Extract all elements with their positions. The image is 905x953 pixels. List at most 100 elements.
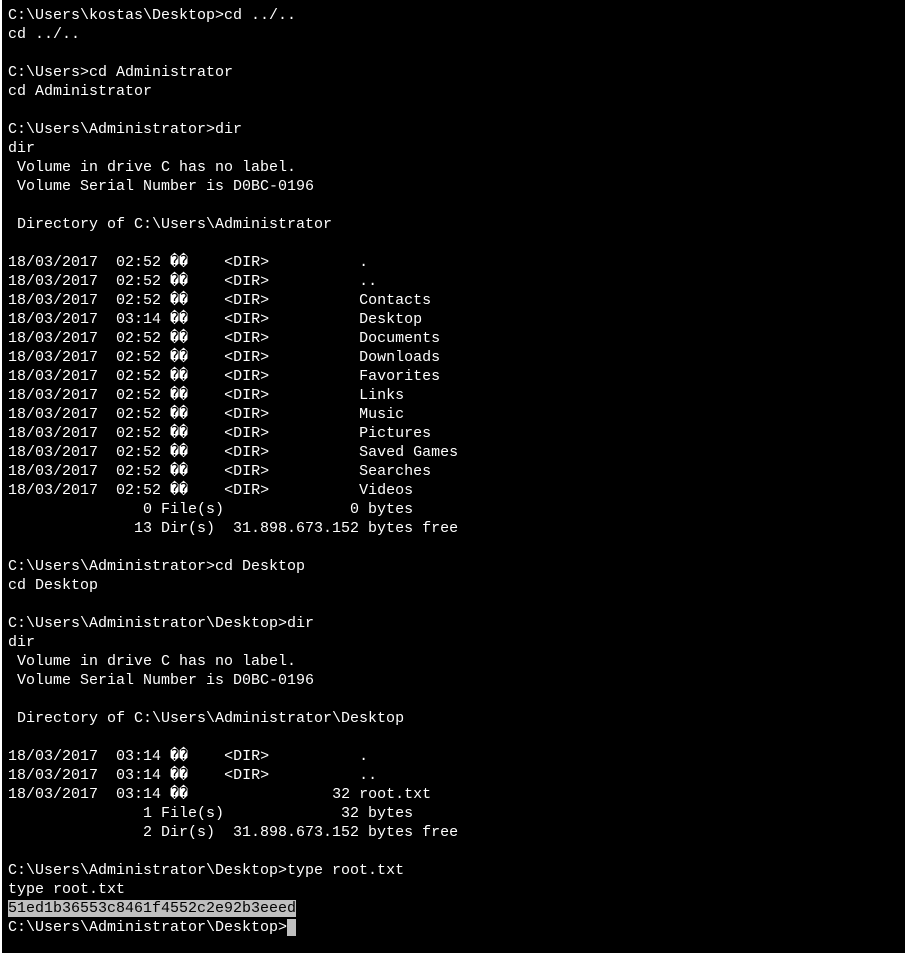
output-text: 18/03/2017 02:52 �� <DIR> . bbox=[8, 254, 368, 271]
prompt: C:\Users\Administrator\Desktop> bbox=[8, 919, 287, 936]
command-input: dir bbox=[287, 615, 314, 632]
prompt: C:\Users\Administrator> bbox=[8, 121, 215, 138]
terminal-line: C:\Users\Administrator\Desktop> bbox=[8, 918, 905, 937]
output-text: 1 File(s) 32 bytes bbox=[8, 805, 413, 822]
output-text: 13 Dir(s) 31.898.673.152 bytes free bbox=[8, 520, 458, 537]
output-text bbox=[8, 197, 17, 214]
output-text: 18/03/2017 03:14 �� <DIR> Desktop bbox=[8, 311, 422, 328]
output-text bbox=[8, 539, 17, 556]
output-text: 18/03/2017 02:52 �� <DIR> Videos bbox=[8, 482, 413, 499]
output-text: 18/03/2017 02:52 �� <DIR> Favorites bbox=[8, 368, 440, 385]
output-text: Volume Serial Number is D0BC-0196 bbox=[8, 672, 314, 689]
terminal-line: 0 File(s) 0 bytes bbox=[8, 500, 905, 519]
output-text bbox=[8, 596, 17, 613]
terminal-line: 18/03/2017 02:52 �� <DIR> Pictures bbox=[8, 424, 905, 443]
terminal-line bbox=[8, 196, 905, 215]
output-text bbox=[8, 691, 17, 708]
terminal-line: 18/03/2017 02:52 �� <DIR> Contacts bbox=[8, 291, 905, 310]
cursor bbox=[287, 919, 296, 936]
terminal-line: 18/03/2017 03:14 �� <DIR> Desktop bbox=[8, 310, 905, 329]
output-text: cd Desktop bbox=[8, 577, 98, 594]
terminal-line: Volume in drive C has no label. bbox=[8, 652, 905, 671]
terminal-line: 18/03/2017 03:14 �� 32 root.txt bbox=[8, 785, 905, 804]
prompt: C:\Users> bbox=[8, 64, 89, 81]
output-text: dir bbox=[8, 140, 35, 157]
prompt: C:\Users\kostas\Desktop> bbox=[8, 7, 224, 24]
output-text: 0 File(s) 0 bytes bbox=[8, 501, 413, 518]
terminal-line bbox=[8, 690, 905, 709]
terminal-line: 18/03/2017 02:52 �� <DIR> .. bbox=[8, 272, 905, 291]
terminal-line: cd Administrator bbox=[8, 82, 905, 101]
terminal-line: 18/03/2017 02:52 �� <DIR> Documents bbox=[8, 329, 905, 348]
terminal-line bbox=[8, 44, 905, 63]
terminal-line: 18/03/2017 02:52 �� <DIR> Videos bbox=[8, 481, 905, 500]
terminal-line: 18/03/2017 03:14 �� <DIR> .. bbox=[8, 766, 905, 785]
terminal-line: C:\Users\Administrator>dir bbox=[8, 120, 905, 139]
output-text: 18/03/2017 02:52 �� <DIR> Documents bbox=[8, 330, 440, 347]
terminal-line bbox=[8, 728, 905, 747]
output-text: 18/03/2017 03:14 �� <DIR> .. bbox=[8, 767, 377, 784]
output-text: type root.txt bbox=[8, 881, 125, 898]
output-text bbox=[8, 729, 17, 746]
output-text: cd ../.. bbox=[8, 26, 80, 43]
prompt: C:\Users\Administrator\Desktop> bbox=[8, 862, 287, 879]
terminal-line: 18/03/2017 02:52 �� <DIR> Saved Games bbox=[8, 443, 905, 462]
terminal-line: 13 Dir(s) 31.898.673.152 bytes free bbox=[8, 519, 905, 538]
output-text: 18/03/2017 02:52 �� <DIR> Searches bbox=[8, 463, 431, 480]
output-text: 18/03/2017 02:52 �� <DIR> .. bbox=[8, 273, 377, 290]
output-text bbox=[8, 45, 17, 62]
output-text: 2 Dir(s) 31.898.673.152 bytes free bbox=[8, 824, 458, 841]
output-text: 18/03/2017 02:52 �� <DIR> Music bbox=[8, 406, 404, 423]
terminal-output[interactable]: C:\Users\kostas\Desktop>cd ../..cd ../..… bbox=[2, 6, 905, 937]
prompt: C:\Users\Administrator\Desktop> bbox=[8, 615, 287, 632]
terminal-line: dir bbox=[8, 633, 905, 652]
command-input: dir bbox=[215, 121, 242, 138]
terminal-line: C:\Users>cd Administrator bbox=[8, 63, 905, 82]
terminal-line: C:\Users\kostas\Desktop>cd ../.. bbox=[8, 6, 905, 25]
terminal-line: C:\Users\Administrator\Desktop>dir bbox=[8, 614, 905, 633]
output-text: 18/03/2017 03:14 �� 32 root.txt bbox=[8, 786, 431, 803]
output-text: Volume Serial Number is D0BC-0196 bbox=[8, 178, 314, 195]
output-text: Directory of C:\Users\Administrator bbox=[8, 216, 332, 233]
command-input: cd ../.. bbox=[224, 7, 296, 24]
terminal-line: 18/03/2017 02:52 �� <DIR> Links bbox=[8, 386, 905, 405]
terminal-line: 1 File(s) 32 bytes bbox=[8, 804, 905, 823]
output-text: 18/03/2017 03:14 �� <DIR> . bbox=[8, 748, 368, 765]
highlighted-output: 51ed1b36553c8461f4552c2e92b3eeed bbox=[8, 900, 296, 917]
terminal-line: dir bbox=[8, 139, 905, 158]
terminal-line: 18/03/2017 02:52 �� <DIR> . bbox=[8, 253, 905, 272]
terminal-line bbox=[8, 595, 905, 614]
terminal-line: C:\Users\Administrator\Desktop>type root… bbox=[8, 861, 905, 880]
terminal-line: 18/03/2017 02:52 �� <DIR> Downloads bbox=[8, 348, 905, 367]
terminal-line: 2 Dir(s) 31.898.673.152 bytes free bbox=[8, 823, 905, 842]
output-text bbox=[8, 843, 17, 860]
output-text: 18/03/2017 02:52 �� <DIR> Pictures bbox=[8, 425, 431, 442]
terminal-line: type root.txt bbox=[8, 880, 905, 899]
command-input: cd Desktop bbox=[215, 558, 305, 575]
output-text: dir bbox=[8, 634, 35, 651]
terminal-line: C:\Users\Administrator>cd Desktop bbox=[8, 557, 905, 576]
terminal-line bbox=[8, 842, 905, 861]
terminal-line bbox=[8, 234, 905, 253]
terminal-line bbox=[8, 101, 905, 120]
terminal-line: 51ed1b36553c8461f4552c2e92b3eeed bbox=[8, 899, 905, 918]
prompt: C:\Users\Administrator> bbox=[8, 558, 215, 575]
terminal-line: 18/03/2017 02:52 �� <DIR> Searches bbox=[8, 462, 905, 481]
output-text: Directory of C:\Users\Administrator\Desk… bbox=[8, 710, 404, 727]
output-text: cd Administrator bbox=[8, 83, 152, 100]
output-text: 18/03/2017 02:52 �� <DIR> Links bbox=[8, 387, 404, 404]
terminal-line: cd ../.. bbox=[8, 25, 905, 44]
command-input: type root.txt bbox=[287, 862, 404, 879]
terminal-line: 18/03/2017 03:14 �� <DIR> . bbox=[8, 747, 905, 766]
terminal-line: cd Desktop bbox=[8, 576, 905, 595]
output-text: Volume in drive C has no label. bbox=[8, 159, 296, 176]
terminal-line: 18/03/2017 02:52 �� <DIR> Music bbox=[8, 405, 905, 424]
output-text: 18/03/2017 02:52 �� <DIR> Downloads bbox=[8, 349, 440, 366]
command-input: cd Administrator bbox=[89, 64, 233, 81]
terminal-line bbox=[8, 538, 905, 557]
output-text bbox=[8, 235, 17, 252]
terminal-line: Volume Serial Number is D0BC-0196 bbox=[8, 671, 905, 690]
terminal-line: Directory of C:\Users\Administrator\Desk… bbox=[8, 709, 905, 728]
terminal-line: Directory of C:\Users\Administrator bbox=[8, 215, 905, 234]
terminal-line: Volume in drive C has no label. bbox=[8, 158, 905, 177]
